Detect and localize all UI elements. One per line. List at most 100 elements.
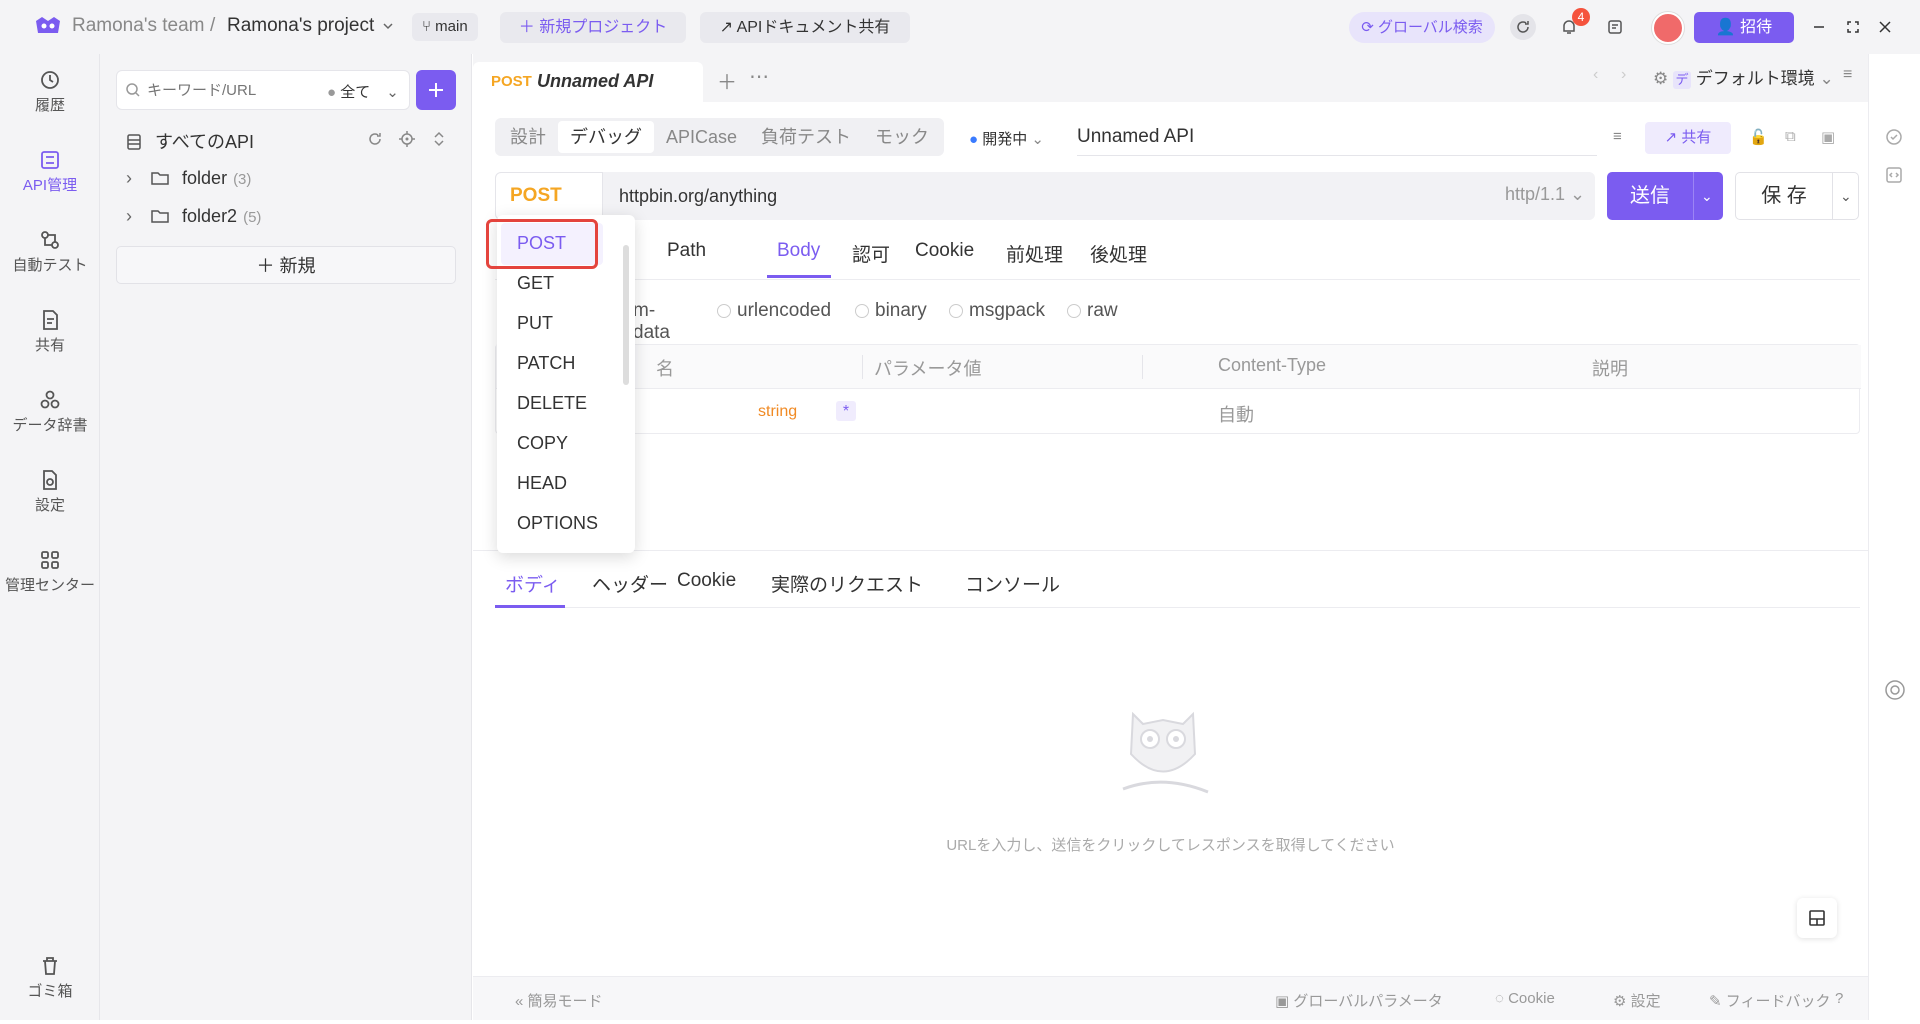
sync-icon[interactable]: [1510, 14, 1536, 40]
tab-response-body[interactable]: ボディ: [505, 570, 561, 597]
tab-auth[interactable]: 認可: [852, 240, 890, 267]
method-option-options[interactable]: OPTIONS: [517, 513, 598, 534]
branch-selector[interactable]: ⑂ main: [412, 13, 478, 41]
param-type[interactable]: string: [758, 403, 797, 421]
api-title-input[interactable]: Unnamed API: [1077, 120, 1597, 156]
dropdown-scrollbar[interactable]: [623, 245, 629, 385]
simple-mode-button[interactable]: « 簡易モード: [515, 990, 603, 1011]
cookie-button[interactable]: ◌ Cookie: [1495, 990, 1555, 1007]
avatar[interactable]: [1652, 12, 1684, 44]
api-doc-share-button[interactable]: ↗ APIドキュメント共有: [700, 12, 910, 43]
panel-divider[interactable]: [473, 550, 1868, 551]
method-option-get[interactable]: GET: [517, 273, 554, 294]
minimize-icon[interactable]: [1806, 14, 1832, 40]
chevron-down-icon[interactable]: ⌄: [1840, 173, 1852, 219]
url-input[interactable]: [619, 180, 1219, 212]
filter-select[interactable]: ● 全て ⌄: [327, 81, 399, 102]
code-icon[interactable]: [1885, 166, 1903, 184]
all-apis-row[interactable]: すべてのAPI: [126, 128, 254, 154]
method-option-head[interactable]: HEAD: [517, 473, 567, 494]
radio-form-data[interactable]: m-data: [633, 300, 670, 344]
add-tab-icon[interactable]: ＋: [717, 66, 737, 95]
feedback-button[interactable]: ✎ フィードバック: [1709, 990, 1830, 1011]
invite-button[interactable]: 👤 招待: [1694, 12, 1794, 43]
chevron-down-icon[interactable]: ⌄: [1701, 172, 1713, 220]
tree-folder-row[interactable]: › folder2 (5): [126, 206, 261, 227]
collapse-icon[interactable]: [430, 130, 448, 148]
tab-apicase[interactable]: APICase: [654, 121, 749, 153]
tab-mock[interactable]: モック: [863, 121, 941, 153]
new-item-button[interactable]: ＋ 新規: [116, 246, 456, 284]
method-option-copy[interactable]: COPY: [517, 433, 568, 454]
menu-icon[interactable]: ≡: [1843, 66, 1852, 84]
nav-auto-test[interactable]: 自動テスト: [0, 228, 100, 298]
tree-folder-row[interactable]: › folder (3): [126, 168, 251, 189]
archive-icon[interactable]: ▣: [1821, 128, 1835, 146]
nav-data-dictionary[interactable]: データ辞書: [0, 388, 100, 458]
tab-body[interactable]: Body: [777, 240, 820, 262]
project-name[interactable]: Ramona's project: [227, 15, 374, 37]
help-icon[interactable]: ?: [1835, 990, 1843, 1007]
radio-msgpack[interactable]: msgpack: [949, 300, 1045, 322]
more-icon[interactable]: ⋯: [749, 64, 769, 89]
radio-urlencoded[interactable]: urlencoded: [717, 300, 831, 322]
team-name[interactable]: Ramona's team: [72, 15, 204, 37]
tab-response-cookie[interactable]: Cookie: [677, 570, 736, 592]
nav-admin-center[interactable]: 管理センター: [0, 548, 100, 618]
radio-raw[interactable]: raw: [1067, 300, 1118, 322]
status-select[interactable]: ● 開発中 ⌄: [969, 128, 1044, 149]
global-params-button[interactable]: ▣ グローバルパラメータ: [1275, 990, 1443, 1011]
copy-icon[interactable]: ⧉: [1785, 128, 1796, 145]
nav-api-management[interactable]: API管理: [0, 148, 100, 218]
tab-post-process[interactable]: 後処理: [1090, 240, 1147, 267]
locate-icon[interactable]: [398, 130, 416, 148]
check-circle-icon[interactable]: [1885, 128, 1903, 146]
method-option-put[interactable]: PUT: [517, 313, 553, 334]
add-api-button[interactable]: [416, 70, 456, 110]
search-box[interactable]: ● 全て⌄: [116, 70, 410, 110]
method-option-patch[interactable]: PATCH: [517, 353, 575, 374]
required-marker[interactable]: *: [836, 401, 856, 421]
tab-cookie[interactable]: Cookie: [915, 240, 974, 262]
new-project-button[interactable]: ＋ 新規プロジェクト: [500, 12, 686, 43]
nav-trash[interactable]: ゴミ箱: [0, 954, 100, 1024]
search-input[interactable]: [147, 71, 297, 109]
tab-unnamed-api[interactable]: POST Unnamed API: [473, 62, 703, 102]
tab-path[interactable]: Path: [667, 240, 706, 262]
layout-toggle-button[interactable]: [1797, 898, 1837, 938]
refresh-icon[interactable]: [366, 130, 384, 148]
edit-icon[interactable]: ≡: [1613, 128, 1622, 145]
tab-actual-request[interactable]: 実際のリクエスト: [771, 570, 923, 597]
maximize-icon[interactable]: [1840, 14, 1866, 40]
param-content-type[interactable]: 自動: [1218, 401, 1254, 427]
method-option-delete[interactable]: DELETE: [517, 393, 587, 414]
send-separator: [1693, 172, 1694, 220]
tab-debug[interactable]: デバッグ: [558, 121, 654, 153]
nav-history[interactable]: 履歴: [0, 68, 100, 138]
settings-button[interactable]: ⚙ 設定: [1613, 990, 1661, 1011]
send-button[interactable]: 送信 ⌄: [1607, 172, 1723, 220]
tab-pre-process[interactable]: 前処理: [1006, 240, 1063, 267]
nav-share[interactable]: 共有: [0, 308, 100, 378]
share-button[interactable]: ↗ 共有: [1645, 122, 1731, 154]
tab-load-test[interactable]: 負荷テスト: [749, 121, 863, 153]
tab-console[interactable]: コンソール: [965, 570, 1060, 597]
nav-settings[interactable]: 設定: [0, 468, 100, 538]
message-icon[interactable]: [1602, 14, 1628, 40]
ai-assistant-icon[interactable]: [1883, 678, 1907, 702]
chevron-right-icon[interactable]: ›: [1621, 66, 1626, 84]
tab-response-headers[interactable]: ヘッダー: [592, 570, 668, 597]
tab-design[interactable]: 設計: [498, 121, 558, 153]
method-select[interactable]: POST: [495, 172, 603, 220]
lock-icon[interactable]: 🔓: [1749, 128, 1768, 146]
chevron-down-icon[interactable]: [382, 20, 394, 32]
method-option-post[interactable]: POST: [517, 233, 566, 254]
global-search-button[interactable]: ⟳ グローバル検索: [1349, 12, 1495, 43]
save-button[interactable]: 保 存 ⌄: [1735, 172, 1859, 220]
gear-icon: ⚙: [1653, 69, 1673, 88]
chevron-left-icon[interactable]: ‹: [1593, 66, 1598, 84]
protocol-select[interactable]: http/1.1 ⌄: [1505, 184, 1585, 205]
radio-binary[interactable]: binary: [855, 300, 927, 322]
environment-selector[interactable]: ⚙ デ デフォルト環境 ⌄: [1653, 64, 1863, 94]
close-icon[interactable]: [1872, 14, 1898, 40]
